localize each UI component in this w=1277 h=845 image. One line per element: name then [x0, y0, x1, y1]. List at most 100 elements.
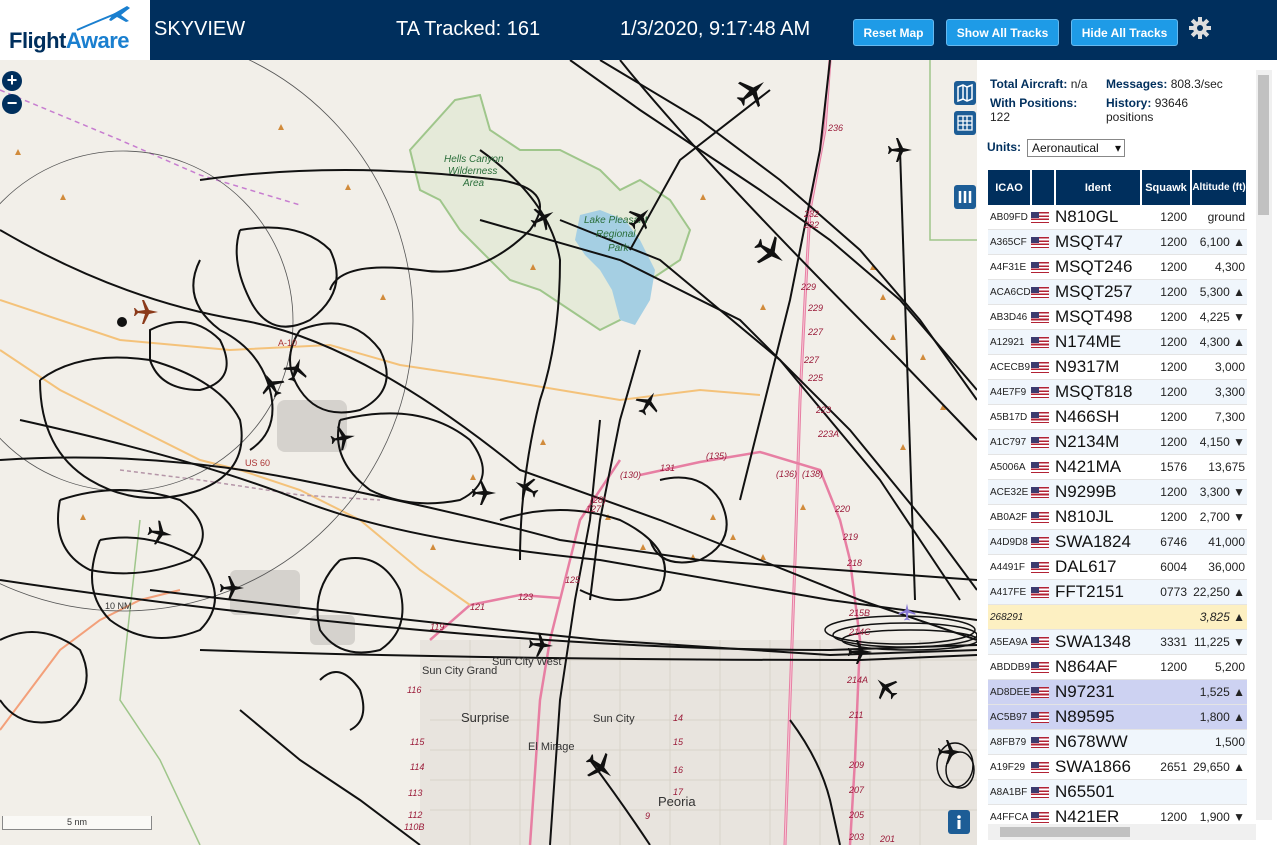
route-label: 123 — [518, 592, 533, 602]
table-row[interactable]: A4E7F9 MSQT818 1200 3,300 — [988, 379, 1247, 405]
horizontal-scroll-thumb[interactable] — [1000, 827, 1130, 837]
flag-cell — [1031, 429, 1055, 455]
route-label: 14 — [673, 713, 683, 723]
table-row[interactable]: ACECB9 N9317M 1200 3,000 — [988, 354, 1247, 380]
altitude-cell: 1,525 ▲ — [1191, 679, 1247, 705]
table-row[interactable]: A5B17D N466SH 1200 7,300 — [988, 404, 1247, 430]
squawk-cell: 1200 — [1141, 479, 1191, 505]
table-row[interactable]: A4F31E MSQT246 1200 4,300 — [988, 254, 1247, 280]
flag-cell — [1031, 779, 1055, 805]
route-label: 131 — [660, 463, 675, 473]
route-label: 214C — [848, 627, 871, 637]
route-label: 121 — [470, 602, 485, 612]
flag-cell — [1031, 504, 1055, 530]
route-label: 229 — [800, 282, 816, 292]
table-row[interactable]: A365CF MSQT47 1200 6,100 ▲ — [988, 229, 1247, 255]
vertical-scroll-thumb[interactable] — [1258, 75, 1269, 215]
urban-area — [420, 640, 977, 845]
zoom-out-button[interactable]: − — [2, 94, 22, 114]
column-toggle-button[interactable] — [954, 185, 976, 209]
table-row[interactable]: AC5B97 N89595 1,800 ▲ — [988, 704, 1247, 730]
map-label-hells: Hells Canyon — [444, 154, 504, 165]
map-area[interactable]: Hells Canyon Wilderness Area Lake Pleasa… — [0, 60, 977, 845]
show-all-tracks-button[interactable]: Show All Tracks — [946, 19, 1059, 46]
icao-cell: A4E7F9 — [988, 379, 1031, 405]
range-ring-outer — [0, 60, 414, 612]
route-label: 232 — [803, 209, 819, 219]
map-layers-button[interactable] — [954, 81, 976, 105]
squawk-cell — [1141, 729, 1191, 755]
table-row[interactable]: AD8DEE N97231 1,525 ▲ — [988, 679, 1247, 705]
squawk-cell: 1200 — [1141, 354, 1191, 380]
us-flag-icon — [1031, 337, 1049, 349]
column-header-altitude[interactable]: Altitude (ft) — [1191, 170, 1248, 205]
tracked-count: TA Tracked: 161 — [396, 18, 541, 40]
us-flag-icon — [1031, 312, 1049, 324]
route-label: 15 — [673, 737, 684, 747]
table-row[interactable]: A8FB79 N678WW 1,500 — [988, 729, 1247, 755]
us-flag-icon — [1031, 262, 1049, 274]
table-row[interactable]: A4D9D8 SWA1824 6746 41,000 — [988, 529, 1247, 555]
column-header-flag[interactable] — [1031, 170, 1056, 205]
icao-cell: ACA6CD — [988, 279, 1031, 305]
ident-cell: N810GL — [1055, 205, 1141, 230]
table-row[interactable]: ACE32E N9299B 1200 3,300 ▼ — [988, 479, 1247, 505]
squawk-cell: 1200 — [1141, 429, 1191, 455]
us-flag-icon — [1031, 762, 1049, 774]
route-label: 223 — [815, 405, 831, 415]
table-row[interactable]: A8A1BF N65501 — [988, 779, 1247, 805]
table-row[interactable]: A5006A N421MA 1576 13,675 — [988, 454, 1247, 480]
map-scale-bar: 5 nm — [2, 816, 152, 830]
table-row[interactable]: AB09FD N810GL 1200 ground — [988, 205, 1247, 230]
us-flag-icon — [1031, 787, 1049, 799]
table-row[interactable]: AB0A2F N810JL 1200 2,700 ▼ — [988, 504, 1247, 530]
table-row[interactable]: ABDDB9 N864AF 1200 5,200 — [988, 654, 1247, 680]
app-title: SKYVIEW — [154, 18, 246, 40]
us-flag-icon — [1031, 687, 1049, 699]
ident-cell: N864AF — [1055, 654, 1141, 680]
map-label-sun-city-west: Sun City West — [492, 656, 562, 668]
aircraft-icon — [283, 358, 307, 383]
table-row[interactable]: A5EA9A SWA1348 3331 11,225 ▼ — [988, 629, 1247, 655]
flag-cell — [1031, 579, 1055, 605]
us-flag-icon — [1031, 237, 1049, 249]
map-label-wilderness: Wilderness — [448, 166, 497, 177]
squawk-cell: 1200 — [1141, 304, 1191, 330]
us-flag-icon — [1031, 537, 1049, 549]
stat-history: History: 93646 positions — [1106, 96, 1216, 124]
column-header-icao[interactable]: ICAO — [988, 170, 1032, 205]
table-row[interactable]: A12921 N174ME 1200 4,300 ▲ — [988, 329, 1247, 355]
altitude-cell: 4,300 ▲ — [1191, 329, 1247, 355]
map-canvas[interactable]: Hells Canyon Wilderness Area Lake Pleasa… — [0, 60, 977, 845]
grid-toggle-button[interactable] — [954, 111, 976, 135]
table-row[interactable]: A417FE FFT2151 0773 22,250 ▲ — [988, 579, 1247, 605]
stat-total-label: Total Aircraft: — [990, 77, 1068, 91]
icao-cell: AC5B97 — [988, 704, 1031, 730]
icao-cell: AB3D46 — [988, 304, 1031, 330]
table-row[interactable]: ACA6CD MSQT257 1200 5,300 ▲ — [988, 279, 1247, 305]
column-header-ident[interactable]: Ident — [1055, 170, 1142, 205]
squawk-cell: 1200 — [1141, 504, 1191, 530]
flag-cell — [1031, 354, 1055, 380]
table-row[interactable]: AB3D46 MSQT498 1200 4,225 ▼ — [988, 304, 1247, 330]
us-flag-icon — [1031, 712, 1049, 724]
flightaware-logo[interactable]: FlightAware — [0, 0, 150, 60]
stat-with-positions: With Positions: 122 — [990, 96, 1100, 124]
column-header-squawk[interactable]: Squawk — [1141, 170, 1192, 205]
hide-all-tracks-button[interactable]: Hide All Tracks — [1071, 19, 1178, 46]
flag-cell — [1031, 654, 1055, 680]
zoom-in-button[interactable]: + — [2, 71, 22, 91]
flag-cell — [1031, 379, 1055, 405]
settings-gear-icon[interactable] — [1188, 16, 1212, 40]
map-label-area: Area — [462, 178, 485, 189]
map-label-range: 10 NM — [105, 601, 132, 611]
info-button[interactable] — [948, 810, 970, 834]
units-select[interactable]: Aeronautical — [1027, 139, 1125, 157]
map-icon — [957, 83, 973, 103]
table-row[interactable]: A1C797 N2134M 1200 4,150 ▼ — [988, 429, 1247, 455]
table-row[interactable]: 268291 3,825 ▲ — [988, 604, 1247, 630]
table-row[interactable]: A19F29 SWA1866 2651 29,650 ▲ — [988, 754, 1247, 780]
table-row[interactable]: A4491F DAL617 6004 36,000 — [988, 554, 1247, 580]
reset-map-button[interactable]: Reset Map — [853, 19, 934, 46]
route-label: 225 — [807, 373, 824, 383]
